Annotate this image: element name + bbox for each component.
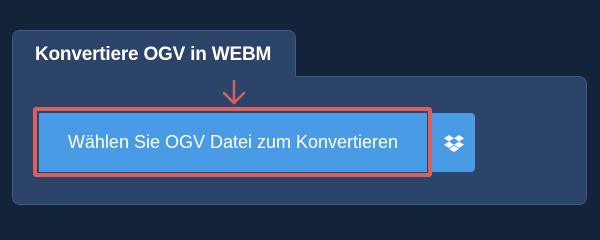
converter-widget: Konvertiere OGV in WEBM Wählen Sie OGV D… [0, 0, 600, 230]
tab-panel-join [13, 74, 295, 80]
dropbox-icon [443, 134, 464, 152]
dropbox-button[interactable] [432, 113, 475, 172]
arrow-down-icon [222, 80, 246, 105]
converter-title: Konvertiere OGV in WEBM [35, 44, 272, 65]
choose-file-button[interactable]: Wählen Sie OGV Datei zum Konvertieren [39, 113, 427, 172]
choose-file-label: Wählen Sie OGV Datei zum Konvertieren [67, 132, 399, 152]
